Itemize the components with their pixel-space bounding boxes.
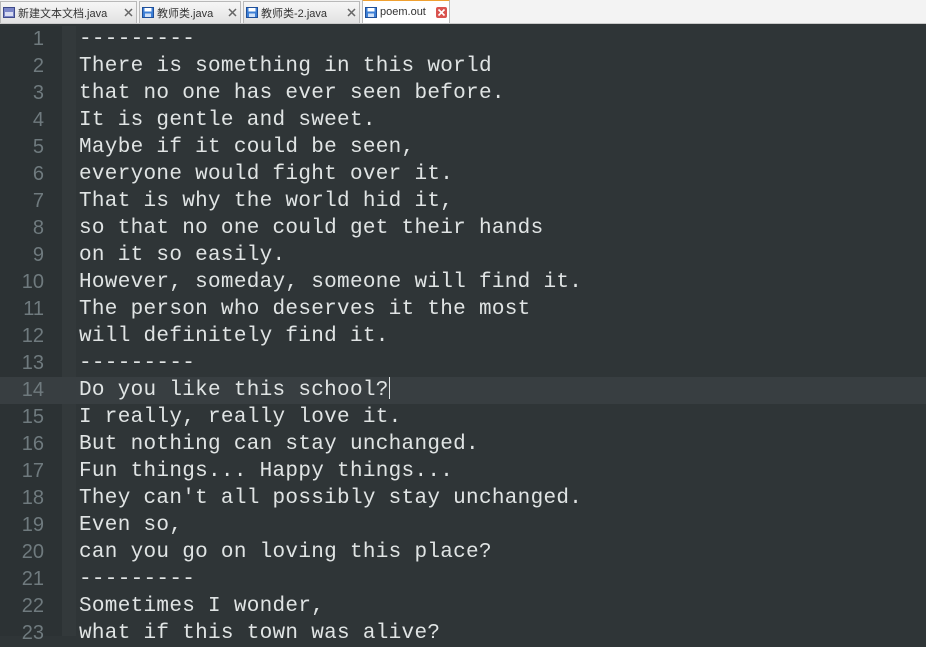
line-text[interactable]: The person who deserves it the most — [79, 296, 531, 323]
code-line[interactable]: 1 --------- — [0, 26, 926, 53]
code-line[interactable]: 18 They can't all possibly stay unchanged… — [0, 485, 926, 512]
tab-new-text-document[interactable]: 新建文本文档.java — [0, 1, 137, 23]
code-line[interactable]: 11 The person who deserves it the most — [0, 296, 926, 323]
code-line[interactable]: 9 on it so easily. — [0, 242, 926, 269]
text-caret — [388, 377, 390, 399]
line-number: 3 — [32, 82, 44, 104]
tab-label: 教师类-2.java — [261, 7, 328, 20]
line-text[interactable]: --------- — [79, 26, 195, 53]
line-text[interactable]: that no one has ever seen before. — [79, 80, 505, 107]
line-text[interactable]: Maybe if it could be seen, — [79, 134, 414, 161]
code-line[interactable]: 15 I really, really love it. — [0, 404, 926, 431]
tab-teacher-class[interactable]: 教师类.java — [139, 1, 241, 23]
line-number: 19 — [21, 514, 44, 536]
code-line[interactable]: 20 can you go on loving this place? — [0, 539, 926, 566]
line-number: 8 — [32, 217, 44, 239]
code-line[interactable]: 7 That is why the world hid it, — [0, 188, 926, 215]
code-line[interactable]: 17 Fun things... Happy things... — [0, 458, 926, 485]
line-number: 14 — [21, 379, 44, 401]
line-text[interactable]: so that no one could get their hands — [79, 215, 543, 242]
line-number: 11 — [23, 298, 44, 320]
line-number: 5 — [32, 136, 44, 158]
tab-bar: 新建文本文档.java 教师类.java 教师类-2.java poem.out — [0, 0, 926, 24]
line-text[interactable]: Sometimes I wonder, — [79, 593, 324, 620]
code-line[interactable]: 23 what if this town was alive? — [0, 620, 926, 647]
code-line[interactable]: 19 Even so, — [0, 512, 926, 539]
line-number: 23 — [21, 622, 44, 644]
line-text[interactable]: --------- — [79, 350, 195, 377]
tab-label: 教师类.java — [157, 7, 214, 20]
line-number: 13 — [21, 352, 44, 374]
code-line[interactable]: 6 everyone would fight over it. — [0, 161, 926, 188]
line-number: 21 — [21, 568, 44, 590]
save-icon — [142, 7, 154, 18]
line-text[interactable]: will definitely find it. — [79, 323, 389, 350]
editor[interactable]: 1 --------- 2 There is something in this wo… — [0, 26, 926, 645]
tab-teacher-class-2[interactable]: 教师类-2.java — [243, 1, 360, 23]
line-number: 15 — [21, 406, 44, 428]
line-number: 10 — [21, 271, 44, 293]
close-icon[interactable] — [227, 7, 238, 18]
line-text[interactable]: They can't all possibly stay unchanged. — [79, 485, 582, 512]
code-line[interactable]: 8 so that no one could get their hands — [0, 215, 926, 242]
code-line[interactable]: 13 --------- — [0, 350, 926, 377]
line-text[interactable]: Fun things... Happy things... — [79, 458, 453, 485]
code-line[interactable]: 16 But nothing can stay unchanged. — [0, 431, 926, 458]
line-text[interactable]: I really, really love it. — [79, 404, 402, 431]
code-line[interactable]: 2 There is something in this world — [0, 53, 926, 80]
close-icon[interactable] — [436, 6, 447, 18]
line-number: 22 — [21, 595, 44, 617]
line-text[interactable]: However, someday, someone will find it. — [79, 269, 582, 296]
code-line[interactable]: 3 that no one has ever seen before. — [0, 80, 926, 107]
code-line[interactable]: 5 Maybe if it could be seen, — [0, 134, 926, 161]
close-icon[interactable] — [346, 7, 357, 18]
line-text[interactable]: on it so easily. — [79, 242, 285, 269]
line-text[interactable]: everyone would fight over it. — [79, 161, 453, 188]
line-number: 16 — [21, 433, 44, 455]
code-lines: 1 --------- 2 There is something in this wo… — [0, 26, 926, 647]
line-text[interactable]: Do you like this school? — [79, 377, 390, 404]
line-text[interactable]: But nothing can stay unchanged. — [79, 431, 479, 458]
line-number: 20 — [21, 541, 44, 563]
save-icon — [365, 6, 377, 18]
line-number: 7 — [32, 190, 44, 212]
line-text[interactable]: There is something in this world — [79, 53, 492, 80]
code-line[interactable]: 21 --------- — [0, 566, 926, 593]
line-text[interactable]: can you go on loving this place? — [79, 539, 492, 566]
code-line[interactable]: 4 It is gentle and sweet. — [0, 107, 926, 134]
line-text[interactable]: what if this town was alive? — [79, 620, 440, 647]
line-text[interactable]: Even so, — [79, 512, 182, 539]
line-number: 18 — [21, 487, 44, 509]
code-line[interactable]: 12 will definitely find it. — [0, 323, 926, 350]
line-number: 1 — [32, 28, 44, 50]
code-line[interactable]: 22 Sometimes I wonder, — [0, 593, 926, 620]
line-text[interactable]: It is gentle and sweet. — [79, 107, 376, 134]
line-number: 17 — [21, 460, 44, 482]
line-number: 12 — [21, 325, 44, 347]
line-number: 9 — [32, 244, 44, 266]
code-line[interactable]: 10 However, someday, someone will find it… — [0, 269, 926, 296]
line-number: 2 — [32, 55, 44, 77]
tab-label: 新建文本文档.java — [18, 7, 108, 20]
line-number: 6 — [32, 163, 44, 185]
close-icon[interactable] — [123, 7, 134, 18]
line-text[interactable]: That is why the world hid it, — [79, 188, 453, 215]
save-icon — [246, 7, 258, 18]
line-number: 4 — [32, 109, 44, 131]
line-text[interactable]: --------- — [79, 566, 195, 593]
java-file-icon — [3, 7, 15, 18]
tab-label: poem.out — [380, 6, 426, 18]
code-line[interactable]: 14 Do you like this school? — [0, 377, 926, 404]
tab-poem-out[interactable]: poem.out — [362, 0, 450, 23]
